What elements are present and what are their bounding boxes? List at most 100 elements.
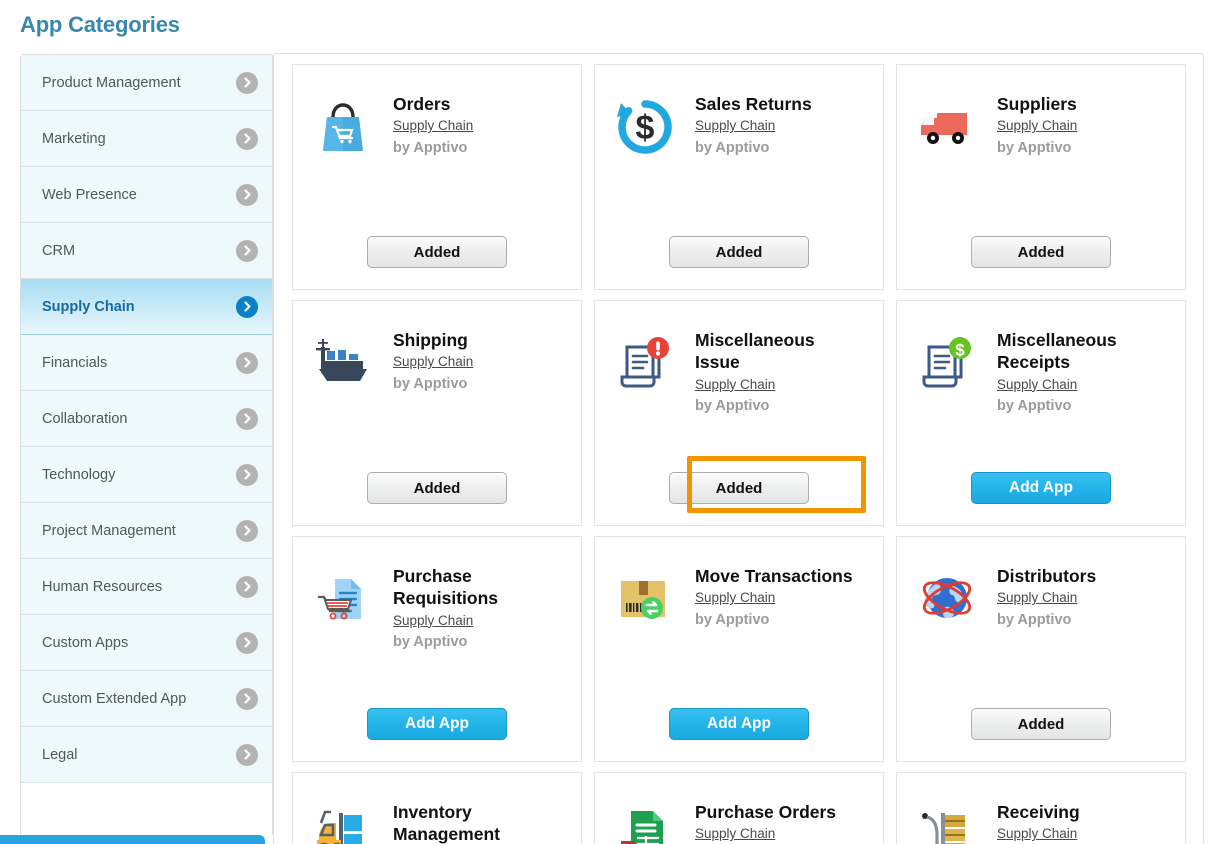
app-category-link[interactable]: Supply Chain bbox=[997, 587, 1077, 609]
add-app-button[interactable]: Add App bbox=[367, 708, 507, 740]
chevron-right-icon[interactable] bbox=[236, 127, 258, 150]
sidebar-item-custom-extended-app[interactable]: Custom Extended App bbox=[21, 671, 272, 727]
added-button[interactable]: Added bbox=[367, 472, 507, 504]
sidebar-item-project-management[interactable]: Project Management bbox=[21, 503, 272, 559]
app-category-link[interactable]: Supply Chain bbox=[393, 610, 473, 632]
sidebar-item-product-management[interactable]: Product Management bbox=[21, 55, 272, 111]
app-card[interactable]: $ Sales Returns Supply Chain by Apptivo Adde… bbox=[594, 64, 884, 290]
chevron-right-icon[interactable] bbox=[236, 463, 258, 486]
app-publisher: by Apptivo bbox=[997, 398, 1072, 415]
sidebar-item-label: Financials bbox=[42, 354, 108, 371]
app-category-link[interactable]: Supply Chain bbox=[393, 115, 473, 137]
chevron-right-icon[interactable] bbox=[236, 407, 258, 430]
app-publisher: by Apptivo bbox=[695, 611, 770, 628]
app-card[interactable]: ReceivingSupply Chainby Apptivo bbox=[896, 772, 1186, 844]
app-card-header: Distributors Supply Chain by Apptivo bbox=[897, 537, 1185, 635]
app-name: Orders bbox=[393, 94, 451, 114]
sidebar-item-legal[interactable]: Legal bbox=[21, 727, 272, 783]
app-card-header: ReceivingSupply Chainby Apptivo bbox=[897, 773, 1185, 844]
app-card-action: Added bbox=[897, 236, 1185, 268]
app-card-meta: Orders Supply Chain by Apptivo bbox=[379, 91, 473, 163]
sidebar-item-label: Legal bbox=[42, 746, 78, 763]
chevron-right-icon[interactable] bbox=[236, 351, 258, 374]
sidebar-item-crm[interactable]: CRM bbox=[21, 223, 272, 279]
chevron-right-icon[interactable] bbox=[236, 71, 258, 94]
sidebar-item-label: Technology bbox=[42, 466, 116, 483]
app-category-link[interactable]: Supply Chain bbox=[997, 374, 1077, 396]
app-card-meta: Move Transactions Supply Chain by Apptivo bbox=[681, 563, 853, 635]
chevron-right-icon[interactable] bbox=[236, 295, 258, 318]
chevron-right-icon[interactable] bbox=[236, 239, 258, 262]
chevron-right-icon[interactable] bbox=[236, 631, 258, 654]
chevron-right-icon[interactable] bbox=[236, 183, 258, 206]
app-card-action: Added bbox=[897, 708, 1185, 740]
app-card-meta: Suppliers Supply Chain by Apptivo bbox=[983, 91, 1077, 163]
app-card[interactable]: Orders Supply Chain by Apptivo Added bbox=[292, 64, 582, 290]
app-card-action: Added bbox=[293, 236, 581, 268]
app-card-meta: Purchase Requisitions Supply Chain by Appt… bbox=[379, 563, 553, 655]
app-category-link[interactable]: Supply Chain bbox=[695, 823, 775, 844]
chevron-right-icon[interactable] bbox=[236, 743, 258, 766]
sidebar-item-collaboration[interactable]: Collaboration bbox=[21, 391, 272, 447]
app-card-header: Shipping Supply Chain by Apptivo bbox=[293, 301, 581, 399]
added-button[interactable]: Added bbox=[669, 472, 809, 504]
app-category-link[interactable]: Supply Chain bbox=[997, 823, 1077, 844]
chevron-right-icon[interactable] bbox=[236, 687, 258, 710]
app-card[interactable]: Shipping Supply Chain by Apptivo Added bbox=[292, 300, 582, 526]
bottom-accent-bar bbox=[0, 835, 265, 844]
app-publisher: by Apptivo bbox=[997, 139, 1072, 156]
app-name: Purchase Orders bbox=[695, 802, 837, 822]
app-card-action: Added bbox=[293, 472, 581, 504]
forklift-icon bbox=[307, 799, 379, 844]
page-title: App Categories bbox=[20, 12, 180, 37]
sidebar-item-label: Human Resources bbox=[42, 578, 163, 595]
added-button[interactable]: Added bbox=[367, 236, 507, 268]
sidebar-item-label: Custom Extended App bbox=[42, 690, 187, 707]
app-category-link[interactable]: Supply Chain bbox=[393, 351, 473, 373]
app-card[interactable]: Purchase Requisitions Supply Chain by Appt… bbox=[292, 536, 582, 762]
app-name: Purchase Requisitions bbox=[393, 566, 499, 609]
sidebar-item-supply-chain[interactable]: Supply Chain bbox=[21, 279, 272, 335]
app-card-header: Purchase OrdersSupply Chainby Apptivo bbox=[595, 773, 883, 844]
app-category-link[interactable]: Supply Chain bbox=[695, 587, 775, 609]
sidebar-item-marketing[interactable]: Marketing bbox=[21, 111, 272, 167]
app-category-link[interactable]: Supply Chain bbox=[997, 115, 1077, 137]
app-card[interactable]: Miscellaneous Issue Supply Chain by Apptiv… bbox=[594, 300, 884, 526]
added-button[interactable]: Added bbox=[669, 236, 809, 268]
app-card[interactable]: $ Miscellaneous Receipts Supply Chain by Ap… bbox=[896, 300, 1186, 526]
app-card-meta: Miscellaneous Issue Supply Chain by Apptiv… bbox=[681, 327, 855, 419]
sidebar-item-custom-apps[interactable]: Custom Apps bbox=[21, 615, 272, 671]
app-card-meta: Inventory ManagementSupply Chainby Appti… bbox=[379, 799, 553, 844]
app-name: Miscellaneous Issue bbox=[695, 330, 815, 373]
app-card[interactable]: Inventory ManagementSupply Chainby Appti… bbox=[292, 772, 582, 844]
app-name: Miscellaneous Receipts bbox=[997, 330, 1117, 373]
app-name: Receiving bbox=[997, 802, 1080, 822]
app-category-link[interactable]: Supply Chain bbox=[695, 374, 775, 396]
refund-dollar-arrow-icon: $ bbox=[609, 91, 681, 163]
sidebar-item-financials[interactable]: Financials bbox=[21, 335, 272, 391]
app-name: Shipping bbox=[393, 330, 468, 350]
app-card[interactable]: Move Transactions Supply Chain by Apptivo A… bbox=[594, 536, 884, 762]
app-card[interactable]: Purchase OrdersSupply Chainby Apptivo bbox=[594, 772, 884, 844]
app-category-link[interactable]: Supply Chain bbox=[695, 115, 775, 137]
app-card[interactable]: Suppliers Supply Chain by Apptivo Added bbox=[896, 64, 1186, 290]
app-publisher: by Apptivo bbox=[695, 398, 770, 415]
add-app-button[interactable]: Add App bbox=[669, 708, 809, 740]
chevron-right-icon[interactable] bbox=[236, 519, 258, 542]
app-publisher: by Apptivo bbox=[393, 634, 468, 651]
sidebar-empty-tail bbox=[21, 783, 272, 835]
app-card-meta: Purchase OrdersSupply Chainby Apptivo bbox=[681, 799, 836, 844]
added-button[interactable]: Added bbox=[971, 708, 1111, 740]
app-name: Move Transactions bbox=[695, 566, 853, 586]
added-button[interactable]: Added bbox=[971, 236, 1111, 268]
sidebar-item-technology[interactable]: Technology bbox=[21, 447, 272, 503]
sidebar-item-human-resources[interactable]: Human Resources bbox=[21, 559, 272, 615]
add-app-button[interactable]: Add App bbox=[971, 472, 1111, 504]
sidebar-item-web-presence[interactable]: Web Presence bbox=[21, 167, 272, 223]
app-categories-page: App Categories Product Management Marketi… bbox=[0, 0, 1224, 844]
chevron-right-icon[interactable] bbox=[236, 575, 258, 598]
app-card[interactable]: Distributors Supply Chain by Apptivo Added bbox=[896, 536, 1186, 762]
sidebar-item-label: Marketing bbox=[42, 130, 106, 147]
shopping-bag-cart-icon bbox=[307, 91, 379, 163]
app-name: Inventory Management bbox=[393, 802, 500, 844]
